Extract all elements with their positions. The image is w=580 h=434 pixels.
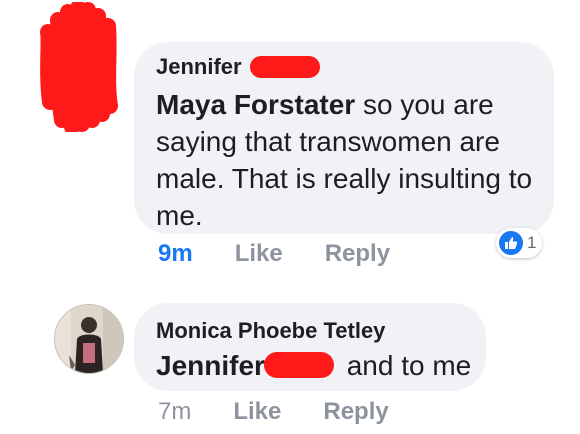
mention-link[interactable]: Jennifer [156, 350, 265, 381]
comment-jennifer: Jennifer Maya Forstater so you are sayin… [0, 0, 580, 280]
like-icon [499, 231, 523, 255]
comment-monica: Monica Phoebe Tetley Jennifer and to me … [0, 280, 580, 434]
comment-actions: 9m Like Reply [158, 240, 432, 268]
redacted-avatar [40, 2, 118, 132]
like-button[interactable]: Like [233, 398, 281, 425]
reaction-count: 1 [527, 233, 537, 252]
comment-body: and to me [346, 350, 472, 381]
reply-button[interactable]: Reply [323, 398, 388, 425]
comment-text: Maya Forstater so you are saying that tr… [156, 86, 546, 234]
redacted-surname [250, 56, 320, 78]
timestamp[interactable]: 7m [158, 398, 191, 425]
redacted-surname [264, 352, 334, 378]
reaction-summary[interactable]: 1 [496, 228, 543, 258]
comment-author[interactable]: Jennifer [156, 54, 242, 80]
mention-link[interactable]: Maya Forstater [156, 89, 355, 120]
timestamp[interactable]: 9m [158, 240, 193, 267]
avatar[interactable] [54, 304, 124, 374]
reply-button[interactable]: Reply [325, 240, 390, 267]
comment-author[interactable]: Monica Phoebe Tetley [156, 318, 385, 344]
like-button[interactable]: Like [235, 240, 283, 267]
avatar-photo [55, 305, 123, 373]
comment-actions: 7m Like Reply [158, 398, 431, 426]
